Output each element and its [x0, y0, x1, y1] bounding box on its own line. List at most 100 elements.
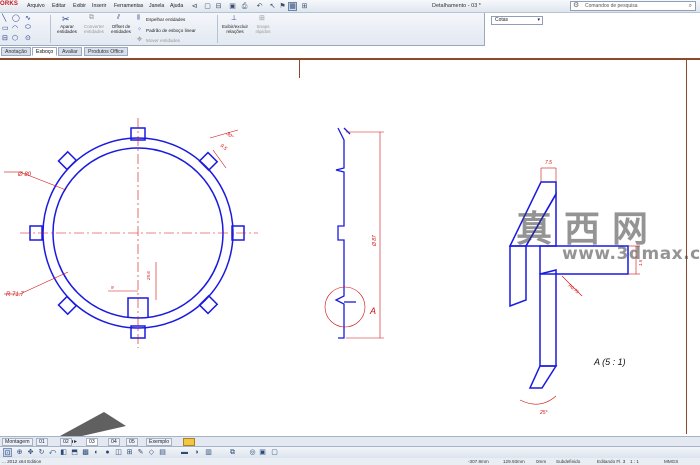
detail-circle-a[interactable]: [324, 286, 366, 328]
pin-icon[interactable]: ⊲: [190, 2, 199, 11]
appearance-icon[interactable]: ●: [103, 448, 112, 457]
tab-avaliar[interactable]: Avaliar: [58, 47, 82, 56]
relations-icon[interactable]: ⊥: [231, 14, 237, 22]
options-icon[interactable]: ▦: [288, 2, 297, 11]
sheet-tab-02[interactable]: 02: [60, 438, 72, 446]
dimension-style-select[interactable]: Cotas ▾: [491, 16, 543, 25]
display-style-icon[interactable]: ▩: [81, 448, 90, 457]
washer-tab[interactable]: [198, 294, 219, 315]
detail-label-a[interactable]: A: [369, 306, 376, 316]
washer-tab[interactable]: [57, 295, 78, 316]
previous-view-icon[interactable]: ⤺: [48, 448, 57, 457]
side-view[interactable]: [334, 127, 356, 339]
window-icon[interactable]: ▢: [270, 448, 279, 457]
tab-montagem[interactable]: Montagem: [2, 438, 33, 446]
status-scale[interactable]: 1 : 1: [630, 458, 639, 465]
sheet-tab-01[interactable]: 01: [36, 438, 48, 446]
section-view-icon[interactable]: ◧: [59, 448, 68, 457]
dim-side-height[interactable]: Ø 87: [372, 235, 378, 247]
menu-exibir[interactable]: Exibir: [73, 3, 86, 9]
scene-icon[interactable]: ◫: [114, 448, 123, 457]
sketch-icon[interactable]: ✎: [136, 448, 145, 457]
sheet-tab-exemplo[interactable]: Exemplo: [146, 438, 173, 446]
render-icon[interactable]: ◎: [248, 448, 257, 457]
menu-ajuda[interactable]: Ajuda: [170, 3, 183, 9]
color-icon[interactable]: ▥: [204, 448, 213, 457]
washer-tab[interactable]: [57, 150, 78, 171]
save-icon[interactable]: ▣: [228, 2, 237, 11]
rectangle-icon[interactable]: ▭: [2, 24, 9, 32]
dim-detail-angle[interactable]: 25°: [539, 410, 548, 416]
polygon-icon[interactable]: ⬡: [12, 34, 18, 42]
photo-icon[interactable]: ▣: [258, 448, 267, 457]
sheet-tab-05[interactable]: 05: [126, 438, 138, 446]
view-settings-icon[interactable]: ⊞: [125, 448, 134, 457]
search-icon[interactable]: ⌕: [689, 2, 692, 10]
rebuild-icon[interactable]: ⚑: [278, 2, 287, 11]
menu-arquivo[interactable]: Arquivo: [27, 3, 45, 9]
open-icon[interactable]: ⊟: [214, 2, 223, 11]
select-icon[interactable]: ↖: [268, 2, 277, 11]
dim-radius[interactable]: R 71.7: [6, 292, 24, 298]
tab-esboco[interactable]: Esboço: [32, 47, 58, 56]
converter-entidades-button: Converter entidades: [83, 24, 105, 34]
pan-icon[interactable]: ✥: [26, 448, 35, 457]
new-document-icon[interactable]: ▢: [203, 2, 212, 11]
dim-diameter-outer[interactable]: Ø 80: [17, 172, 32, 178]
dim-angle-top[interactable]: 30°: [225, 131, 235, 140]
line-style-icon[interactable]: ▬: [180, 448, 189, 457]
add-sheet-icon[interactable]: [183, 438, 195, 446]
linear-pattern-icon[interactable]: ⁘: [137, 26, 142, 33]
search-input[interactable]: ⚙ Comandos de pesquisa ⌕: [570, 1, 696, 11]
tab-produtos-office[interactable]: Produtos Office: [84, 47, 128, 56]
print-icon[interactable]: ⎙: [240, 2, 249, 11]
dim-inner-height[interactable]: 25.6: [146, 271, 151, 281]
dim-gap-top[interactable]: 9.5: [219, 143, 228, 152]
note-icon[interactable]: ▤: [158, 448, 167, 457]
offset-entidades-button[interactable]: Offset de entidades: [108, 24, 134, 34]
arc-icon[interactable]: ◠: [12, 24, 18, 32]
exibir-relacoes-button[interactable]: Exibir/excluir relações: [219, 24, 251, 34]
aparar-entidades-button[interactable]: Aparar entidades: [54, 24, 80, 34]
line-icon[interactable]: ╲: [2, 14, 6, 22]
menu-inserir[interactable]: Inserir: [92, 3, 106, 9]
espelhar-entidades-button[interactable]: Espelhar entidades: [146, 17, 185, 22]
slot-icon[interactable]: ⊟: [2, 34, 8, 42]
menu-editar[interactable]: Editar: [52, 3, 66, 9]
dim-detail-radius[interactable]: R0.75: [567, 283, 580, 295]
fillet-icon[interactable]: ⊙: [25, 34, 31, 42]
watermark-url: www.3dmax.com: [562, 244, 700, 264]
grid-icon[interactable]: ⊞: [300, 2, 309, 11]
view-orientation-icon[interactable]: ⬒: [70, 448, 79, 457]
rotate-icon[interactable]: ↻: [37, 448, 46, 457]
spline-icon[interactable]: ∿: [25, 14, 31, 22]
dim-tab-width[interactable]: 9: [111, 285, 114, 290]
smart-dimension-icon[interactable]: ◇: [147, 448, 156, 457]
search-scope-icon[interactable]: ⚙: [573, 2, 579, 10]
dim-detail-width[interactable]: 7.5: [545, 160, 552, 166]
menu-janela[interactable]: Janela: [149, 3, 164, 9]
padrao-linear-button[interactable]: Padrão de esboço linear: [146, 28, 196, 33]
offset-icon[interactable]: ⫽: [117, 14, 120, 22]
sheet-tab-04[interactable]: 04: [108, 438, 120, 446]
status-units[interactable]: MMGS: [664, 458, 678, 465]
status-editing: Editando Fl. 3: [597, 459, 626, 464]
detail-web-left[interactable]: [509, 245, 527, 308]
circle-icon[interactable]: ◯: [12, 14, 20, 22]
menu-ferramentas[interactable]: Ferramentas: [114, 3, 143, 9]
side-profile[interactable]: [334, 127, 345, 339]
tab-anotacao[interactable]: Anotação: [1, 47, 31, 56]
zoom-area-icon[interactable]: ⊕: [15, 448, 24, 457]
ellipse-icon[interactable]: ⬭: [25, 24, 31, 32]
undo-icon[interactable]: ↶: [255, 2, 264, 11]
layer-icon[interactable]: ⧉: [228, 448, 237, 457]
ribbon-separator: [217, 15, 218, 43]
mirror-icon[interactable]: ⫼: [137, 15, 140, 22]
detail-foot[interactable]: [528, 365, 558, 389]
washer-tab[interactable]: [198, 151, 219, 172]
sheet-tab-03[interactable]: 03: [86, 438, 98, 446]
hide-lines-icon[interactable]: ◑: [192, 448, 201, 457]
zoom-fit-icon[interactable]: ⊡: [3, 448, 12, 457]
detail-bottom-leg[interactable]: [539, 269, 557, 367]
hide-show-icon[interactable]: ◐: [92, 448, 101, 457]
